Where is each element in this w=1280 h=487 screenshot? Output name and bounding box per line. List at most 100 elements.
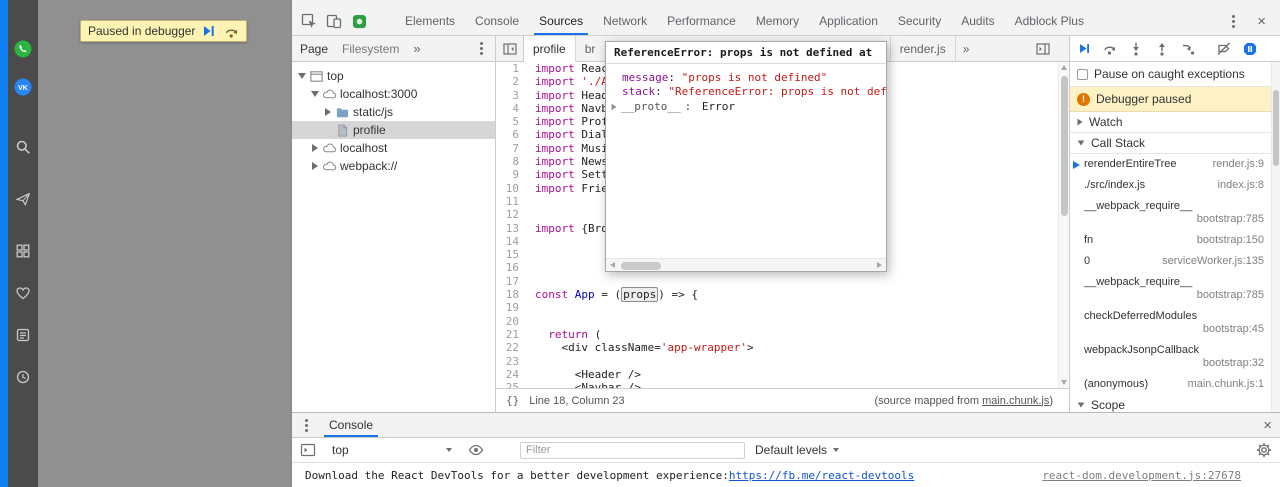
line-number[interactable]: 25 bbox=[496, 381, 526, 388]
line-number[interactable]: 24 bbox=[496, 368, 526, 381]
call-stack-frame-fn[interactable]: fn bootstrap:150 bbox=[1070, 230, 1280, 251]
vk-icon[interactable]: VK bbox=[14, 78, 32, 96]
devtools-tab-console[interactable]: Console bbox=[465, 7, 529, 35]
console-message-source-link[interactable]: react-dom.development.js:27678 bbox=[1042, 469, 1267, 482]
expander-icon[interactable] bbox=[296, 73, 307, 79]
line-number[interactable]: 3 bbox=[496, 89, 526, 102]
editor-scrollbar-thumb[interactable] bbox=[1060, 76, 1068, 216]
navigator-menu-icon[interactable] bbox=[475, 41, 487, 57]
pause-on-caught-checkbox[interactable] bbox=[1077, 68, 1088, 80]
devtools-tab-network[interactable]: Network bbox=[593, 7, 657, 35]
hovered-variable[interactable]: props bbox=[621, 287, 659, 303]
console-message-link[interactable]: https://fb.me/react-devtools bbox=[729, 469, 914, 482]
search-icon[interactable] bbox=[14, 138, 32, 156]
watch-section-header[interactable]: Watch bbox=[1070, 112, 1280, 133]
expander-icon[interactable] bbox=[322, 108, 333, 116]
line-number[interactable]: 14 bbox=[496, 235, 526, 248]
line-number[interactable]: 19 bbox=[496, 301, 526, 314]
apps-grid-icon[interactable] bbox=[14, 242, 32, 260]
tree-item-profile[interactable]: profile bbox=[292, 121, 495, 139]
devtools-tab-audits[interactable]: Audits bbox=[951, 7, 1004, 35]
expander-icon[interactable] bbox=[309, 91, 320, 97]
line-number[interactable]: 5 bbox=[496, 115, 526, 128]
tree-item-static-js[interactable]: static/js bbox=[292, 103, 495, 121]
scroll-right-icon[interactable] bbox=[877, 262, 882, 268]
step-over-button[interactable] bbox=[224, 25, 239, 38]
call-stack-frame-src-index-js[interactable]: ./src/index.js index.js:8 bbox=[1070, 175, 1280, 196]
history-icon[interactable] bbox=[14, 368, 32, 386]
popover-hscrollbar[interactable] bbox=[606, 258, 886, 271]
tree-item-localhost-3000[interactable]: localhost:3000 bbox=[292, 85, 495, 103]
scroll-left-icon[interactable] bbox=[610, 262, 615, 268]
deactivate-breakpoints-icon[interactable] bbox=[1216, 41, 1232, 57]
call-stack-frame-webpack-require[interactable]: __webpack_require__ bootstrap:785 bbox=[1070, 196, 1280, 230]
editor-more-tabs-icon[interactable]: » bbox=[956, 36, 977, 61]
sidebar-scrollbar-thumb[interactable] bbox=[1273, 90, 1279, 166]
console-filter-input[interactable] bbox=[520, 441, 745, 459]
tab-filesystem[interactable]: Filesystem bbox=[342, 42, 399, 56]
line-number[interactable]: 11 bbox=[496, 195, 526, 208]
scroll-up-icon[interactable] bbox=[1061, 65, 1067, 70]
sidebar-scrollbar[interactable] bbox=[1271, 62, 1280, 412]
line-number[interactable]: 13 bbox=[496, 222, 526, 235]
devtools-tab-application[interactable]: Application bbox=[809, 7, 888, 35]
devtools-tab-security[interactable]: Security bbox=[888, 7, 951, 35]
line-number[interactable]: 17 bbox=[496, 275, 526, 288]
send-icon[interactable] bbox=[14, 190, 32, 208]
line-number[interactable]: 10 bbox=[496, 182, 526, 195]
drawer-menu-icon[interactable] bbox=[300, 417, 312, 433]
call-stack-frame-0[interactable]: 0 serviceWorker.js:135 bbox=[1070, 251, 1280, 272]
editor-scrollbar[interactable] bbox=[1058, 62, 1069, 388]
line-number[interactable]: 9 bbox=[496, 168, 526, 181]
expand-proto-icon[interactable] bbox=[611, 103, 617, 110]
feed-icon[interactable] bbox=[14, 326, 32, 344]
line-number[interactable]: 20 bbox=[496, 315, 526, 328]
line-number[interactable]: 15 bbox=[496, 248, 526, 261]
devtools-tab-performance[interactable]: Performance bbox=[657, 7, 746, 35]
live-expression-eye-icon[interactable] bbox=[468, 442, 484, 458]
line-number[interactable]: 1 bbox=[496, 62, 526, 75]
devtools-tab-sources[interactable]: Sources bbox=[529, 7, 593, 35]
extension-green-icon[interactable] bbox=[351, 13, 367, 29]
call-stack-frame-webpackjsonpcallback[interactable]: webpackJsonpCallback bootstrap:32 bbox=[1070, 340, 1280, 374]
resume-script-button[interactable] bbox=[202, 25, 217, 38]
step-into-icon[interactable] bbox=[1128, 41, 1144, 57]
line-number[interactable]: 21 bbox=[496, 328, 526, 341]
console-sidebar-icon[interactable] bbox=[300, 442, 316, 458]
execution-context-select[interactable]: top bbox=[326, 443, 458, 457]
devtools-tab-elements[interactable]: Elements bbox=[395, 7, 465, 35]
hide-navigator-icon[interactable] bbox=[496, 36, 523, 61]
pause-on-exceptions-icon[interactable] bbox=[1242, 41, 1258, 57]
step-out-icon[interactable] bbox=[1154, 41, 1170, 57]
step-icon[interactable] bbox=[1180, 41, 1196, 57]
line-number[interactable]: 4 bbox=[496, 102, 526, 115]
pretty-print-icon[interactable]: {} bbox=[506, 394, 519, 407]
drawer-close-icon[interactable]: × bbox=[1263, 418, 1272, 433]
editor-tab-profile[interactable]: profile bbox=[523, 36, 576, 62]
devtools-menu-icon[interactable] bbox=[1227, 13, 1239, 29]
tree-item-webpack[interactable]: webpack:// bbox=[292, 157, 495, 175]
line-number[interactable]: 6 bbox=[496, 128, 526, 141]
editor-tab-render-js[interactable]: render.js bbox=[891, 36, 956, 61]
call-stack-frame-rerenderentiretree[interactable]: rerenderEntireTree render.js:9 bbox=[1070, 154, 1280, 175]
scope-section-header[interactable]: Scope bbox=[1070, 395, 1280, 412]
call-stack-section-header[interactable]: Call Stack bbox=[1070, 133, 1280, 154]
scroll-down-icon[interactable] bbox=[1061, 380, 1067, 385]
show-debugger-panel-icon[interactable] bbox=[1029, 36, 1056, 61]
tab-console[interactable]: Console bbox=[322, 413, 380, 437]
call-stack-frame-checkdeferredmodules[interactable]: checkDeferredModules bootstrap:45 bbox=[1070, 306, 1280, 340]
line-number[interactable]: 22 bbox=[496, 341, 526, 354]
devtools-close-icon[interactable]: × bbox=[1257, 14, 1266, 29]
toggle-device-toolbar-icon[interactable] bbox=[326, 13, 342, 29]
devtools-tab-memory[interactable]: Memory bbox=[746, 7, 809, 35]
more-tabs-icon[interactable]: » bbox=[413, 41, 420, 56]
devtools-tab-adblock-plus[interactable]: Adblock Plus bbox=[1005, 7, 1094, 35]
popover-scrollbar-thumb[interactable] bbox=[621, 261, 661, 270]
heart-icon[interactable] bbox=[14, 284, 32, 302]
line-number[interactable]: 16 bbox=[496, 261, 526, 274]
line-number[interactable]: 23 bbox=[496, 355, 526, 368]
tree-item-top[interactable]: top bbox=[292, 67, 495, 85]
console-settings-gear-icon[interactable] bbox=[1256, 442, 1272, 458]
line-number[interactable]: 8 bbox=[496, 155, 526, 168]
call-stack-frame-anonymous[interactable]: (anonymous) main.chunk.js:1 bbox=[1070, 374, 1280, 395]
